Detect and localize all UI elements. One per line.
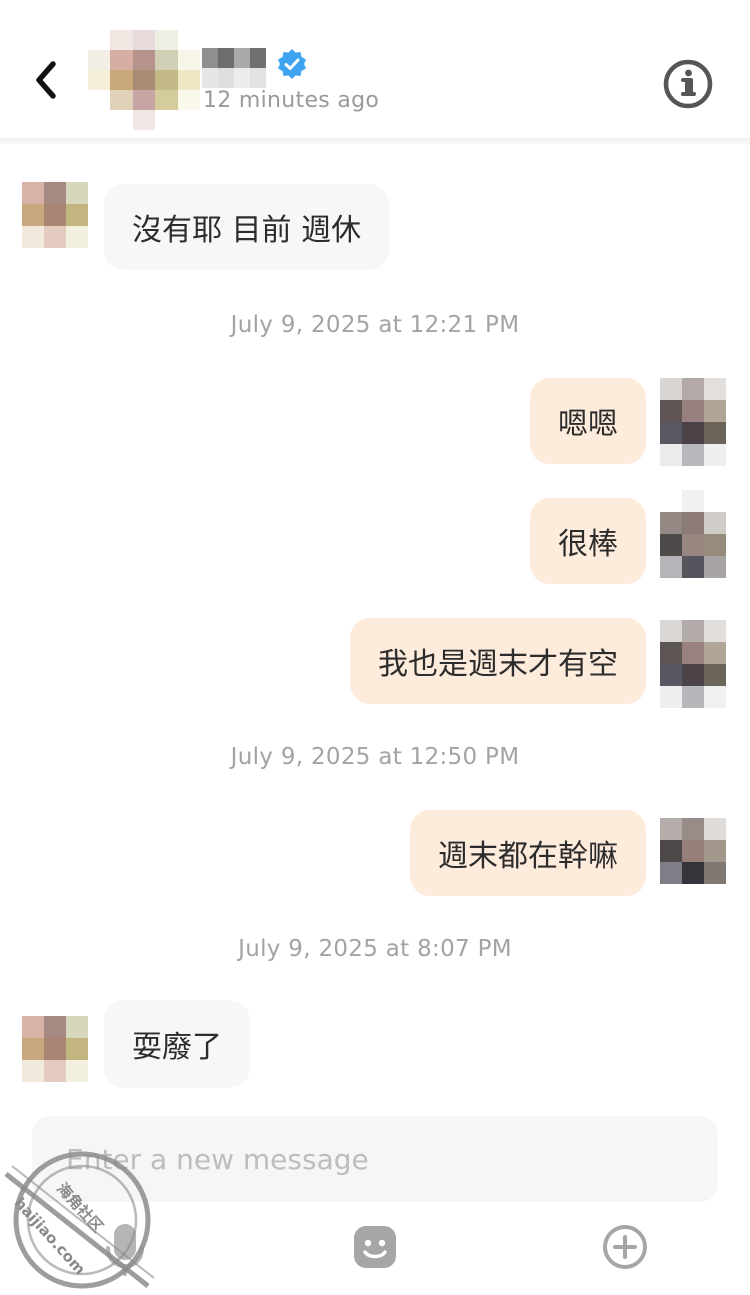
plus-icon[interactable] (602, 1224, 648, 1270)
message-text: 沒有耶 目前 週休 (132, 213, 362, 248)
message-bubble-incoming[interactable]: 沒有耶 目前 週休 (104, 184, 390, 270)
message-bubble-incoming[interactable]: 耍廢了 (104, 1000, 250, 1088)
back-button[interactable] (24, 52, 68, 108)
header-divider (0, 138, 750, 144)
verified-check-icon (278, 49, 306, 79)
microphone-icon[interactable] (104, 1222, 146, 1276)
watermark-text-latin: haijiao.com (10, 1194, 90, 1279)
message-input[interactable] (64, 1141, 718, 1177)
sender-avatar[interactable] (22, 182, 88, 270)
message-bubble-outgoing[interactable]: 我也是週末才有空 (350, 618, 646, 704)
message-text: 很棒 (558, 527, 618, 562)
message-composer (32, 1116, 718, 1202)
my-avatar[interactable] (660, 378, 726, 466)
emoji-icon[interactable] (352, 1224, 398, 1270)
message-text: 耍廢了 (132, 1030, 222, 1065)
contact-name-redacted[interactable] (202, 48, 266, 88)
contact-avatar[interactable] (88, 30, 200, 130)
message-text: 週末都在幹嘛 (438, 839, 618, 874)
message-bubble-outgoing[interactable]: 很棒 (530, 498, 646, 584)
my-avatar[interactable] (660, 620, 726, 708)
message-bubble-outgoing[interactable]: 週末都在幹嘛 (410, 810, 646, 896)
chat-screen: 12 minutes ago 沒有耶 目前 週休 July 9, 2025 at… (0, 0, 750, 1295)
message-bubble-outgoing[interactable]: 嗯嗯 (530, 378, 646, 464)
info-button[interactable] (662, 58, 714, 110)
message-timestamp: July 9, 2025 at 8:07 PM (238, 936, 512, 962)
message-text: 嗯嗯 (558, 407, 618, 442)
chevron-left-icon (36, 61, 56, 99)
my-avatar[interactable] (660, 818, 726, 884)
my-avatar[interactable] (660, 490, 726, 578)
message-timestamp: July 9, 2025 at 12:50 PM (230, 744, 520, 770)
message-text: 我也是週末才有空 (378, 647, 618, 682)
chat-header: 12 minutes ago (0, 0, 750, 140)
message-timestamp: July 9, 2025 at 12:21 PM (230, 312, 520, 338)
last-seen-status: 12 minutes ago (203, 88, 380, 113)
sender-avatar[interactable] (22, 1016, 88, 1082)
info-icon (663, 59, 713, 109)
